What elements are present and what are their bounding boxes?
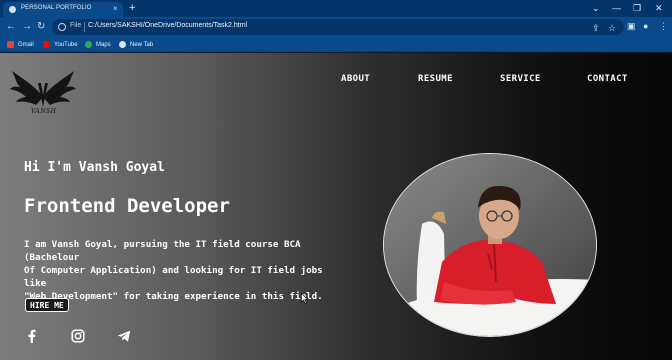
maps-icon xyxy=(85,41,92,48)
mouse-cursor-icon xyxy=(301,293,309,304)
back-icon[interactable]: ← xyxy=(6,21,16,33)
instagram-icon[interactable] xyxy=(71,329,85,343)
menu-icon[interactable]: ⋮ xyxy=(659,21,668,32)
divider xyxy=(84,22,85,32)
minimize-icon[interactable]: — xyxy=(612,1,621,15)
profile-icon[interactable]: ● xyxy=(643,21,648,32)
browser-toolbar: ← → ↻ File C:/Users/SAKSHI/OneDrive/Docu… xyxy=(0,17,672,37)
nav-about[interactable]: ABOUT xyxy=(341,74,370,84)
bookmark-new-tab[interactable]: New Tab xyxy=(119,39,153,50)
bio-line: "Web Development" for taking experience … xyxy=(24,291,323,302)
bookmark-maps[interactable]: Maps xyxy=(85,39,111,50)
forward-icon[interactable]: → xyxy=(22,21,32,33)
side-panel-icon[interactable]: ▣ xyxy=(627,21,636,32)
tab-title: PERSONAL PORTFOLIO xyxy=(21,5,92,11)
browser-tab[interactable]: PERSONAL PORTFOLIO × xyxy=(3,2,123,17)
hire-me-button[interactable]: HIRE ME xyxy=(25,298,69,312)
reload-icon[interactable]: ↻ xyxy=(37,21,45,33)
gmail-icon xyxy=(7,41,14,48)
bio-paragraph: I am Vansh Goyal, pursuing the IT field … xyxy=(24,238,344,303)
star-icon[interactable]: ☆ xyxy=(608,23,616,34)
bookmark-label: Gmail xyxy=(18,41,34,48)
restore-icon[interactable]: ❐ xyxy=(633,1,641,15)
bookmark-label: Maps xyxy=(96,41,111,48)
logo-text: VANSH xyxy=(31,108,57,115)
bio-line: I am Vansh Goyal, pursuing the IT field … xyxy=(24,239,301,263)
profile-photo xyxy=(383,153,597,337)
bookmark-youtube[interactable]: YouTube xyxy=(43,39,78,50)
facebook-icon[interactable] xyxy=(25,329,39,343)
youtube-icon xyxy=(43,41,50,48)
new-tab-button[interactable]: + xyxy=(129,1,135,15)
portfolio-page: VANSH ABOUT RESUME SERVICE CONTACT Hi I'… xyxy=(0,53,672,360)
nav-service[interactable]: SERVICE xyxy=(500,74,541,84)
bio-line: Of Computer Application) and looking for… xyxy=(24,265,323,289)
bookmark-gmail[interactable]: Gmail xyxy=(7,39,34,50)
tab-close-icon[interactable]: × xyxy=(113,4,118,14)
person-portrait-icon xyxy=(384,154,596,336)
share-icon[interactable]: ⇪ xyxy=(592,23,600,34)
nav-contact[interactable]: CONTACT xyxy=(587,74,628,84)
chevron-down-icon[interactable]: ⌄ xyxy=(592,1,600,15)
greeting: Hi I'm Vansh Goyal xyxy=(24,160,165,175)
nav-resume[interactable]: RESUME xyxy=(418,74,453,84)
role-title: Frontend Developer xyxy=(24,195,230,217)
tab-favicon-icon xyxy=(9,6,16,13)
globe-icon xyxy=(119,41,126,48)
tab-bar: PERSONAL PORTFOLIO × + ⌄ — ❐ ✕ xyxy=(0,0,672,17)
close-window-icon[interactable]: ✕ xyxy=(655,1,663,15)
telegram-icon[interactable] xyxy=(117,329,131,343)
bookmarks-bar: Gmail YouTube Maps New Tab xyxy=(0,37,672,52)
bookmark-label: New Tab xyxy=(130,41,154,48)
url-text[interactable]: C:/Users/SAKSHI/OneDrive/Documents/Task2… xyxy=(88,22,247,29)
address-bar[interactable]: File C:/Users/SAKSHI/OneDrive/Documents/… xyxy=(52,19,624,35)
info-icon[interactable] xyxy=(58,23,66,31)
file-label: File xyxy=(70,22,82,29)
bookmark-label: YouTube xyxy=(54,41,78,48)
